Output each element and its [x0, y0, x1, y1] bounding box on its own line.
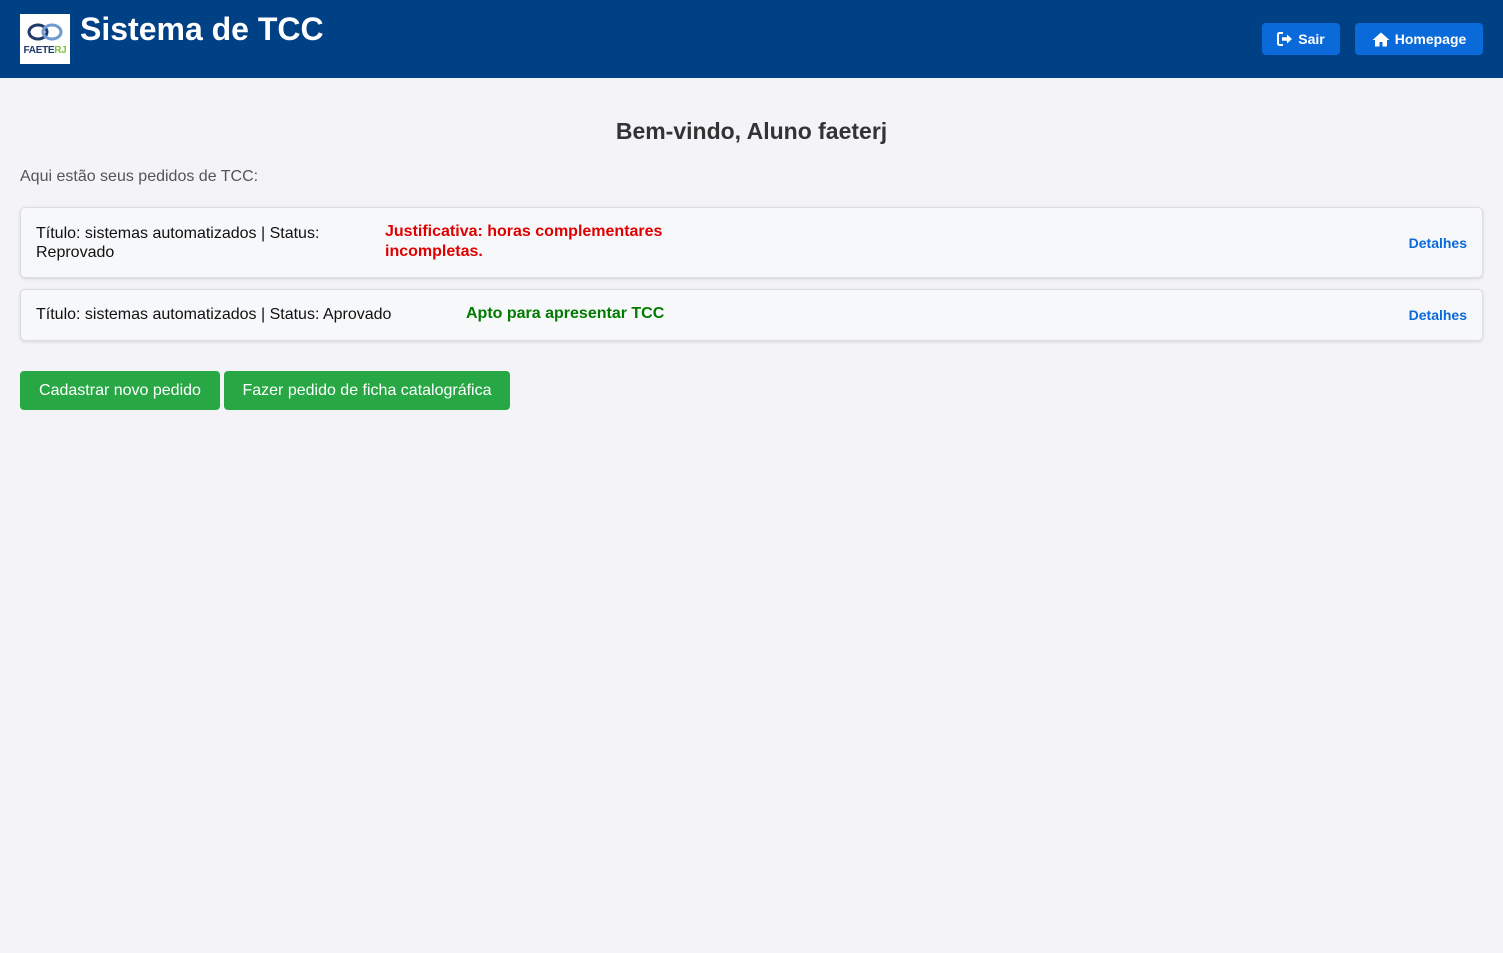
catalog-request-button[interactable]: Fazer pedido de ficha catalográfica: [224, 371, 510, 410]
welcome-heading: Bem-vindo, Aluno faeterj: [615, 118, 888, 144]
request-card: Título: sistemas automatizados | Status:…: [20, 207, 1483, 278]
request-info: Título: sistemas automatizados | Status:…: [36, 306, 392, 323]
requests-subtitle: Aqui estão seus pedidos de TCC:: [20, 168, 259, 185]
logo-text-main: FAETE: [23, 45, 55, 56]
logout-button[interactable]: Sair: [1262, 23, 1340, 55]
request-info: Título: sistemas automatizados | Status:…: [36, 225, 320, 261]
details-link[interactable]: Detalhes: [1409, 235, 1467, 251]
homepage-button[interactable]: Homepage: [1355, 23, 1483, 55]
details-link[interactable]: Detalhes: [1409, 307, 1467, 323]
sign-out-icon: [1277, 32, 1293, 46]
logout-label: Sair: [1298, 31, 1325, 47]
app-title: Sistema de TCC: [80, 11, 324, 47]
request-status-message: Apto para apresentar TCC: [466, 305, 665, 322]
logo-text: FAETERJ: [20, 45, 70, 56]
home-icon: [1372, 32, 1390, 46]
logo-mark-icon: [27, 23, 63, 41]
faeterj-logo[interactable]: FAETERJ: [20, 14, 70, 64]
homepage-label: Homepage: [1394, 31, 1467, 47]
logo-text-accent: RJ: [54, 45, 67, 56]
request-justification: Justificativa: horas complementares inco…: [385, 223, 663, 260]
top-header: FAETERJ Sistema de TCC Sair Homepage: [0, 0, 1503, 78]
new-request-button[interactable]: Cadastrar novo pedido: [20, 371, 220, 410]
request-card: Título: sistemas automatizados | Status:…: [20, 289, 1483, 341]
